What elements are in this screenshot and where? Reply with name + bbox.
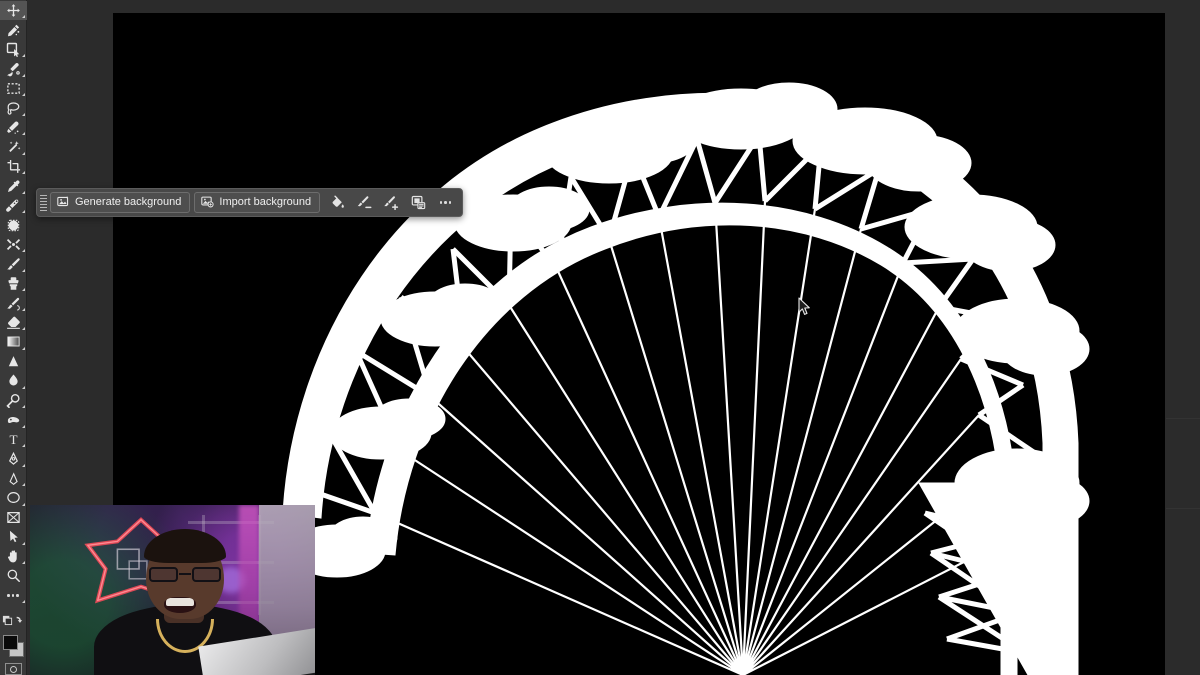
tool-flyout-corner	[21, 132, 25, 136]
tool-eyedropper[interactable]	[0, 176, 27, 195]
tool-lasso-brush[interactable]	[0, 59, 27, 78]
tool-flyout-corner	[21, 405, 25, 409]
add-to-selection-button[interactable]	[378, 191, 405, 214]
import-background-icon	[201, 195, 215, 211]
tool-content-aware-move[interactable]	[0, 235, 27, 254]
tool-blur[interactable]	[0, 371, 27, 390]
right-panel-gutter	[1166, 0, 1200, 675]
subtract-from-selection-button[interactable]	[351, 191, 378, 214]
webcam-presenter-overlay[interactable]	[30, 505, 315, 675]
default-colors-button[interactable]	[0, 610, 27, 629]
tool-flyout-corner	[21, 424, 25, 428]
tool-flyout-corner	[21, 171, 25, 175]
ellipsis-icon	[7, 594, 19, 597]
tool-history-brush[interactable]	[0, 293, 27, 312]
tool-crop[interactable]	[0, 157, 27, 176]
ellipsis-icon	[439, 201, 452, 204]
tool-brush[interactable]	[0, 254, 27, 273]
tool-spot-healing[interactable]	[0, 196, 27, 215]
tool-path-select[interactable]	[0, 469, 27, 488]
tool-magic-wand[interactable]	[0, 137, 27, 156]
tool-flyout-corner	[21, 541, 25, 545]
tool-marquee[interactable]	[0, 79, 27, 98]
tool-flyout-corner	[21, 190, 25, 194]
tool-flyout-corner	[21, 483, 25, 487]
generate-background-icon	[57, 195, 70, 211]
tool-flyout-corner	[21, 444, 25, 448]
tool-move[interactable]	[0, 1, 27, 21]
contextual-task-bar[interactable]: Generate background Import background	[36, 188, 464, 217]
tool-gradient[interactable]	[0, 332, 27, 351]
tool-flyout-corner	[21, 561, 25, 565]
tool-flyout-corner	[21, 73, 25, 77]
webcam-scene	[30, 505, 315, 675]
tool-flyout-corner	[21, 249, 25, 253]
quick-mask-icon	[9, 665, 17, 673]
tool-patch[interactable]	[0, 215, 27, 234]
tool-frame[interactable]	[0, 508, 27, 527]
generate-background-label: Generate background	[75, 196, 182, 208]
tool-type[interactable]: T	[0, 430, 27, 449]
tool-flyout-corner	[21, 93, 25, 97]
tool-eraser[interactable]	[0, 313, 27, 332]
foreground-color-swatch[interactable]	[2, 634, 18, 650]
tool-rect-select[interactable]	[0, 40, 27, 59]
tool-flyout-corner	[21, 210, 25, 214]
tool-flyout-corner	[21, 463, 25, 467]
color-swatches[interactable]	[0, 632, 27, 659]
tool-flyout-corner	[21, 307, 25, 311]
more-options-button[interactable]	[432, 191, 459, 214]
tool-zoom[interactable]	[0, 566, 27, 585]
fill-selection-button[interactable]	[324, 191, 351, 214]
tool-lasso[interactable]	[0, 98, 27, 117]
tool-flyout-corner	[21, 15, 25, 19]
presenter-teeth	[166, 598, 194, 606]
import-background-button[interactable]: Import background	[194, 192, 321, 213]
quick-mask-button[interactable]	[4, 663, 22, 675]
tool-clone-stamp[interactable]	[0, 274, 27, 293]
tool-ellipse[interactable]	[0, 488, 27, 507]
presenter-hair	[144, 529, 226, 563]
create-mask-button[interactable]	[405, 191, 432, 214]
tool-flyout-corner	[21, 385, 25, 389]
svg-text:T: T	[9, 432, 17, 447]
toolbar-drag-handle[interactable]	[37, 189, 50, 216]
photoshop-window: T Generate background Import background	[0, 0, 1200, 675]
tool-flyout-corner	[21, 600, 25, 604]
tool-flyout-corner	[21, 288, 25, 292]
presenter-glasses	[148, 567, 222, 583]
presenter-mouth	[164, 597, 196, 613]
tool-hand[interactable]	[0, 547, 27, 566]
tool-flyout-corner	[21, 151, 25, 155]
tool-remove[interactable]	[0, 20, 27, 39]
tool-burn[interactable]	[0, 410, 27, 429]
tool-object-select[interactable]	[0, 118, 27, 137]
tool-flyout-corner	[21, 346, 25, 350]
tool-flyout-corner	[21, 54, 25, 58]
tool-flyout-corner	[21, 112, 25, 116]
tools-panel: T	[0, 0, 27, 675]
tool-flyout-corner	[21, 268, 25, 272]
tool-edit-toolbar[interactable]	[0, 586, 27, 605]
import-background-label: Import background	[219, 196, 312, 208]
tool-flyout-corner	[21, 327, 25, 331]
tool-sharpen[interactable]	[0, 352, 27, 371]
tool-direct-select[interactable]	[0, 527, 27, 546]
tool-dodge[interactable]	[0, 391, 27, 410]
tool-flyout-corner	[21, 502, 25, 506]
generate-background-button[interactable]: Generate background	[50, 192, 191, 213]
tool-pen[interactable]	[0, 449, 27, 468]
